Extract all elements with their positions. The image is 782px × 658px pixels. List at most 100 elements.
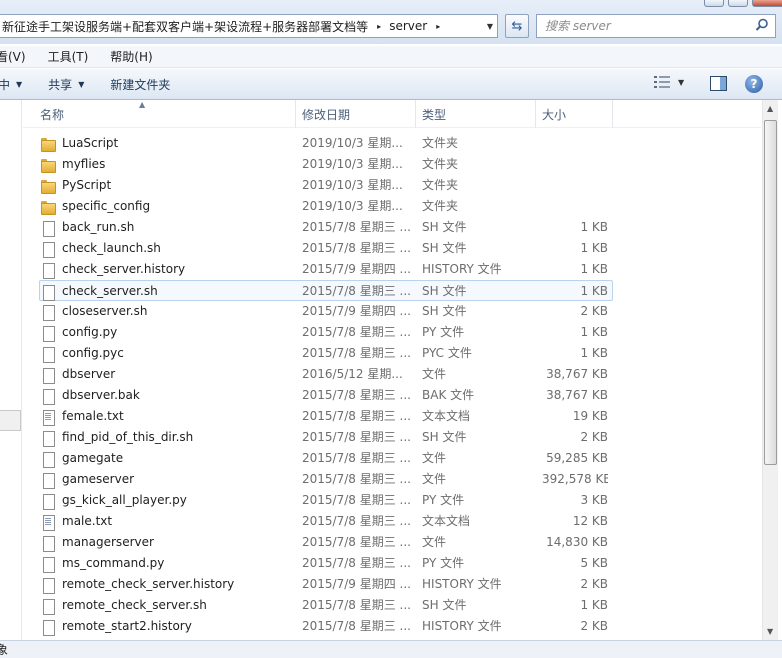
- file-name-cell[interactable]: ms_command.py: [40, 553, 295, 574]
- column-header-name[interactable]: 名称: [23, 100, 296, 128]
- navigation-selected-item[interactable]: [0, 410, 21, 431]
- file-name-cell[interactable]: config.pyc: [40, 343, 295, 364]
- file-name-cell[interactable]: remote_check_server.sh: [40, 595, 295, 616]
- file-size: 5 KB: [580, 556, 608, 570]
- file-row[interactable]: myflies 2019/10/3 星期... 文件夹: [23, 154, 761, 175]
- file-name-cell[interactable]: female.txt: [40, 406, 295, 427]
- search-icon[interactable]: [755, 18, 769, 32]
- help-icon[interactable]: ?: [745, 75, 763, 93]
- address-bar[interactable]: 新征途手工架设服务端+配套双客户端+架设流程+服务器部署文档等 ▸ server…: [0, 14, 498, 38]
- file-row[interactable]: female.txt 2015/7/8 星期三 ... 文本文档 19 KB: [23, 406, 761, 427]
- change-view-button[interactable]: ▼: [654, 76, 684, 88]
- breadcrumb-separator-icon[interactable]: ▸: [371, 22, 387, 31]
- chevron-down-icon: ▼: [16, 79, 23, 89]
- chevron-down-icon: ▼: [678, 77, 685, 87]
- menu-tools[interactable]: 工具(T): [48, 48, 97, 65]
- preview-pane-icon[interactable]: [710, 76, 727, 91]
- file-type: 文件: [422, 535, 447, 549]
- breadcrumb-separator-icon[interactable]: ▸: [430, 22, 446, 31]
- file-icon: [40, 346, 56, 363]
- address-history-chevron-icon[interactable]: ▼: [482, 14, 498, 38]
- file-name-cell[interactable]: male.txt: [40, 511, 295, 532]
- file-name: check_launch.sh: [62, 241, 161, 255]
- file-name-cell[interactable]: remote_start2.history: [40, 616, 295, 637]
- search-input[interactable]: [545, 19, 745, 33]
- file-row[interactable]: config.py 2015/7/8 星期三 ... PY 文件 1 KB: [23, 322, 761, 343]
- file-date: 2015/7/8 星期三 ...: [302, 241, 411, 255]
- file-row[interactable]: PyScript 2019/10/3 星期... 文件夹: [23, 175, 761, 196]
- file-name-cell[interactable]: managerserver: [40, 532, 295, 553]
- column-header-type[interactable]: 类型: [416, 100, 536, 128]
- file-row[interactable]: male.txt 2015/7/8 星期三 ... 文本文档 12 KB: [23, 511, 761, 532]
- file-row[interactable]: remote_check_server.sh 2015/7/8 星期三 ... SH…: [23, 595, 761, 616]
- file-row[interactable]: remote_start2.history 2015/7/8 星期三 ... HIS…: [23, 616, 761, 637]
- file-name-cell[interactable]: check_server.history: [40, 259, 295, 280]
- organize-button[interactable]: 中 ▼: [0, 76, 22, 93]
- file-name-cell[interactable]: config.py: [40, 322, 295, 343]
- file-name-cell[interactable]: PyScript: [40, 175, 295, 196]
- sort-ascending-icon: ▲: [139, 100, 146, 109]
- file-row[interactable]: find_pid_of_this_dir.sh 2015/7/8 星期三 ... S…: [23, 427, 761, 448]
- share-button[interactable]: 共享 ▼: [48, 76, 84, 93]
- file-name-cell[interactable]: remote_check_server.history: [40, 574, 295, 595]
- file-type: SH 文件: [422, 304, 467, 318]
- new-folder-button[interactable]: 新建文件夹: [110, 76, 170, 93]
- file-date: 2015/7/8 星期三 ...: [302, 346, 411, 360]
- file-name-cell[interactable]: gameserver: [40, 469, 295, 490]
- file-name: gameserver: [62, 472, 135, 486]
- breadcrumb-current[interactable]: server: [387, 19, 430, 33]
- file-row[interactable]: specific_config 2019/10/3 星期... 文件夹: [23, 196, 761, 217]
- menu-help[interactable]: 帮助(H): [110, 48, 160, 65]
- file-name-cell[interactable]: dbserver: [40, 364, 295, 385]
- vertical-scrollbar[interactable]: ▲ ▼: [762, 100, 778, 640]
- file-row[interactable]: dbserver 2016/5/12 星期... 文件 38,767 KB: [23, 364, 761, 385]
- maximize-button[interactable]: [728, 0, 748, 7]
- folder-icon: [40, 199, 56, 215]
- file-name: check_server.history: [62, 262, 186, 276]
- text-file-icon: [40, 409, 56, 426]
- refresh-icon[interactable]: ⇆: [505, 14, 529, 38]
- file-name-cell[interactable]: check_launch.sh: [40, 238, 295, 259]
- close-button[interactable]: [752, 0, 782, 7]
- file-row[interactable]: dbserver.bak 2015/7/8 星期三 ... BAK 文件 38,767…: [23, 385, 761, 406]
- scrollbar-thumb[interactable]: [764, 120, 777, 465]
- file-date: 2019/10/3 星期...: [302, 136, 403, 150]
- column-header-date[interactable]: 修改日期: [296, 100, 416, 128]
- file-row[interactable]: ms_command.py 2015/7/8 星期三 ... PY 文件 5 KB: [23, 553, 761, 574]
- column-header-size[interactable]: 大小: [536, 100, 613, 128]
- file-name-cell[interactable]: closeserver.sh: [40, 301, 295, 322]
- search-box[interactable]: [536, 14, 776, 38]
- minimize-button[interactable]: [704, 0, 724, 7]
- file-name: female.txt: [62, 409, 124, 423]
- file-row[interactable]: back_run.sh 2015/7/8 星期三 ... SH 文件 1 KB: [23, 217, 761, 238]
- scroll-down-icon[interactable]: ▼: [767, 627, 773, 636]
- navigation-pane[interactable]: [0, 100, 22, 640]
- file-icon: [40, 325, 56, 342]
- file-size: 59,285 KB: [546, 451, 608, 465]
- file-type: PY 文件: [422, 493, 465, 507]
- file-name-cell[interactable]: dbserver.bak: [40, 385, 295, 406]
- file-name-cell[interactable]: gs_kick_all_player.py: [40, 490, 295, 511]
- file-row[interactable]: remote_check_server.history 2015/7/9 星期四 …: [23, 574, 761, 595]
- file-row[interactable]: gamegate 2015/7/8 星期三 ... 文件 59,285 KB: [23, 448, 761, 469]
- file-row[interactable]: config.pyc 2015/7/8 星期三 ... PYC 文件 1 KB: [23, 343, 761, 364]
- file-name-cell[interactable]: myflies: [40, 154, 295, 175]
- file-name-cell[interactable]: specific_config: [40, 196, 295, 217]
- file-name-cell[interactable]: LuaScript: [40, 133, 295, 154]
- file-name-cell[interactable]: gamegate: [40, 448, 295, 469]
- file-row[interactable]: check_server.history 2015/7/9 星期四 ... HIST…: [23, 259, 761, 280]
- file-row[interactable]: check_server.sh 2015/7/8 星期三 ... SH 文件 1 KB: [39, 280, 613, 301]
- file-size: 2 KB: [580, 304, 608, 318]
- breadcrumb-parent[interactable]: 新征途手工架设服务端+配套双客户端+架设流程+服务器部署文档等: [0, 18, 371, 35]
- file-row[interactable]: managerserver 2015/7/8 星期三 ... 文件 14,830 KB: [23, 532, 761, 553]
- file-row[interactable]: check_launch.sh 2015/7/8 星期三 ... SH 文件 1 KB: [23, 238, 761, 259]
- file-row[interactable]: closeserver.sh 2015/7/9 星期四 ... SH 文件 2 KB: [23, 301, 761, 322]
- file-name-cell[interactable]: check_server.sh: [40, 281, 295, 302]
- file-row[interactable]: gameserver 2015/7/8 星期三 ... 文件 392,578 KB: [23, 469, 761, 490]
- file-name-cell[interactable]: find_pid_of_this_dir.sh: [40, 427, 295, 448]
- menu-view[interactable]: 看(V): [0, 48, 34, 65]
- scroll-up-icon[interactable]: ▲: [767, 104, 773, 113]
- file-row[interactable]: LuaScript 2019/10/3 星期... 文件夹: [23, 133, 761, 154]
- file-row[interactable]: gs_kick_all_player.py 2015/7/8 星期三 ... PY …: [23, 490, 761, 511]
- file-name-cell[interactable]: back_run.sh: [40, 217, 295, 238]
